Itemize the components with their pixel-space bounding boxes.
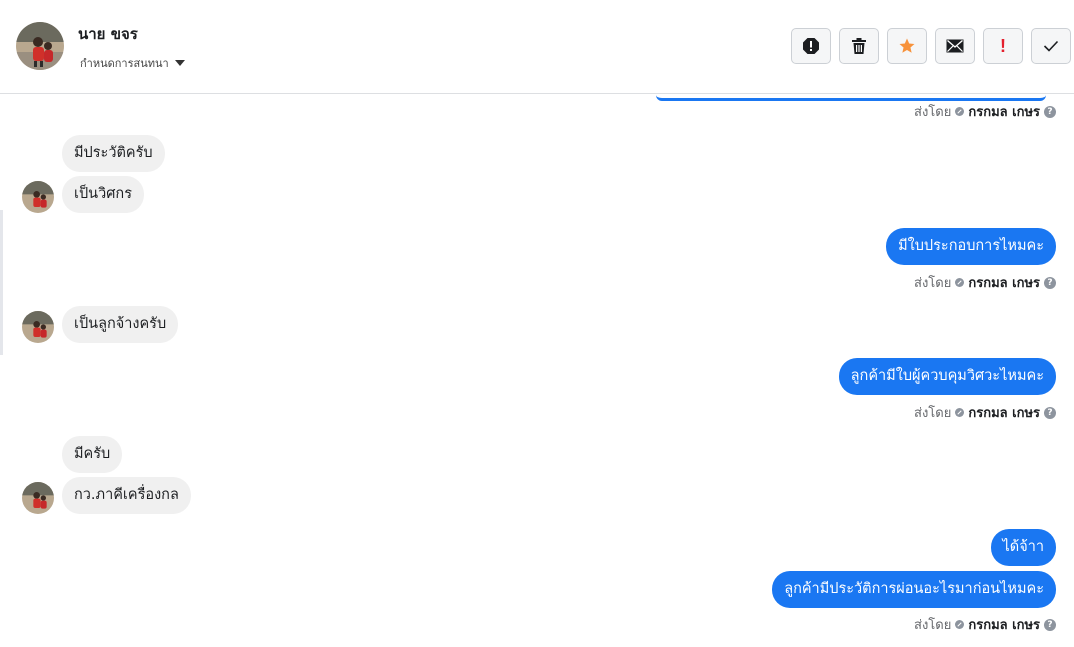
exclamation-icon: ! [1000, 35, 1006, 56]
sent-by-agent[interactable]: กรกมล เกษร [968, 402, 1040, 423]
caret-down-icon [174, 60, 185, 66]
star-button[interactable] [887, 28, 927, 64]
sent-by-agent[interactable]: กรกมล เกษร [968, 272, 1040, 293]
sent-by-prefix: ส่งโดย [914, 618, 952, 633]
mark-done-button[interactable] [1031, 28, 1071, 64]
mark-important-button[interactable]: ! [983, 28, 1023, 64]
sent-by-prefix: ส่งโดย [914, 105, 952, 120]
report-spam-button[interactable] [791, 28, 831, 64]
incoming-message[interactable]: กว.ภาคีเครื่องกล [62, 477, 191, 514]
sent-by-line: ส่งโดย กรกมล เกษร ? [914, 101, 1056, 122]
incoming-message[interactable]: เป็นลูกจ้างครับ [62, 306, 179, 343]
envelope-icon [946, 39, 964, 53]
assign-conversation-dropdown[interactable]: กำหนดการสนทนา [80, 54, 185, 72]
outgoing-message[interactable]: มีใบประกอบการไหมคะ [886, 228, 1056, 265]
incoming-message[interactable]: มีครับ [62, 436, 123, 473]
outgoing-message[interactable]: ลูกค้ามีประวัติการผ่อนอะไรมาก่อนไหมคะ [772, 571, 1056, 608]
help-icon[interactable]: ? [1044, 618, 1056, 631]
incoming-message[interactable]: มีประวัติครับ [62, 135, 165, 172]
alert-octagon-icon [803, 38, 819, 54]
sent-by-prefix: ส่งโดย [914, 406, 952, 421]
outgoing-message[interactable]: ลูกค้ามีใบผู้ควบคุมวิศวะไหมคะ [838, 358, 1056, 395]
verified-icon [955, 620, 965, 629]
sent-by-line: ส่งโดย กรกมล เกษร ? [914, 272, 1056, 293]
sent-by-line: ส่งโดย กรกมล เกษร ? [914, 402, 1056, 423]
contact-avatar-small [22, 482, 54, 514]
assign-conversation-label: กำหนดการสนทนา [80, 57, 169, 70]
sent-by-agent[interactable]: กรกมล เกษร [968, 614, 1040, 635]
help-icon[interactable]: ? [1044, 406, 1056, 419]
mark-unread-button[interactable] [935, 28, 975, 64]
star-icon [899, 38, 915, 53]
verified-icon [955, 107, 965, 116]
message-thread[interactable]: ส่งโดย กรกมล เกษร ? มีประวัติครับ เป็นวิ… [0, 95, 1074, 647]
conversation-header: นาย ขจร กำหนดการสนทนา ! [0, 0, 1074, 94]
sent-by-agent[interactable]: กรกมล เกษร [968, 101, 1040, 122]
contact-avatar[interactable] [16, 22, 64, 70]
conversation-toolbar: ! [791, 28, 1071, 64]
outgoing-message[interactable]: ได้จ้าา [990, 529, 1056, 566]
scroll-rail [0, 210, 3, 355]
help-icon[interactable]: ? [1044, 105, 1056, 118]
sent-by-prefix: ส่งโดย [914, 276, 952, 291]
incoming-message[interactable]: เป็นวิศกร [62, 176, 144, 213]
help-icon[interactable]: ? [1044, 276, 1056, 289]
trash-icon [852, 38, 866, 54]
check-icon [1043, 40, 1059, 52]
contact-avatar-small [22, 311, 54, 343]
verified-icon [955, 408, 965, 417]
verified-icon [955, 278, 965, 287]
sent-by-line: ส่งโดย กรกมล เกษร ? [914, 614, 1056, 635]
delete-button[interactable] [839, 28, 879, 64]
contact-avatar-small [22, 181, 54, 213]
contact-name: นาย ขจร [78, 25, 138, 43]
